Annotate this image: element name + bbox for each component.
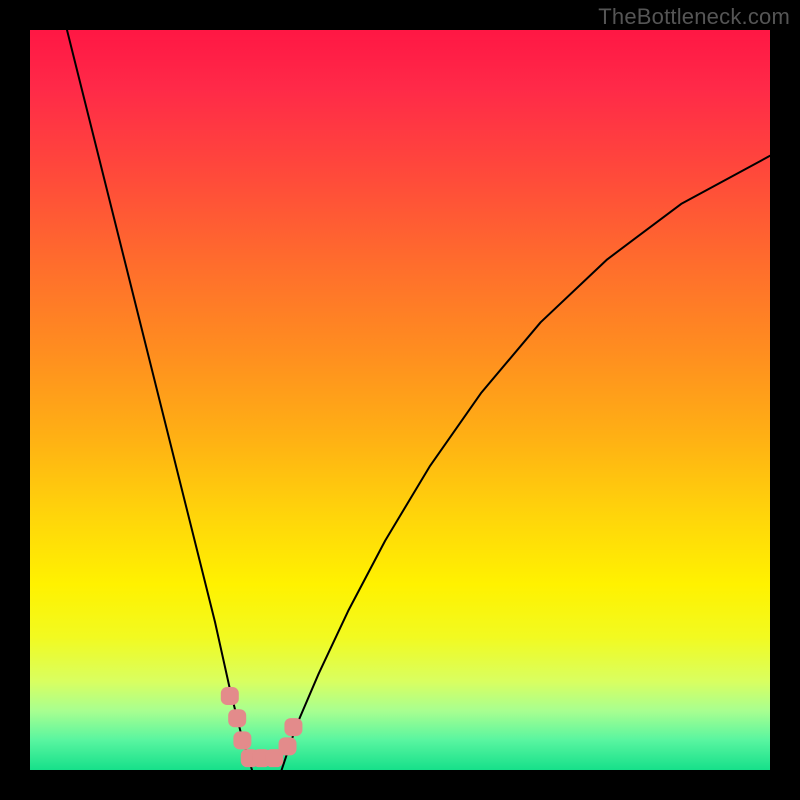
marker-point xyxy=(221,687,239,705)
series-right-curve xyxy=(282,156,770,770)
marker-point xyxy=(228,709,246,727)
watermark-text: TheBottleneck.com xyxy=(598,4,790,30)
chart-plot-area xyxy=(30,30,770,770)
chart-curves-svg xyxy=(30,30,770,770)
marker-point xyxy=(233,731,251,749)
marker-point xyxy=(284,718,302,736)
marker-point xyxy=(279,737,297,755)
series-left-curve xyxy=(67,30,252,770)
